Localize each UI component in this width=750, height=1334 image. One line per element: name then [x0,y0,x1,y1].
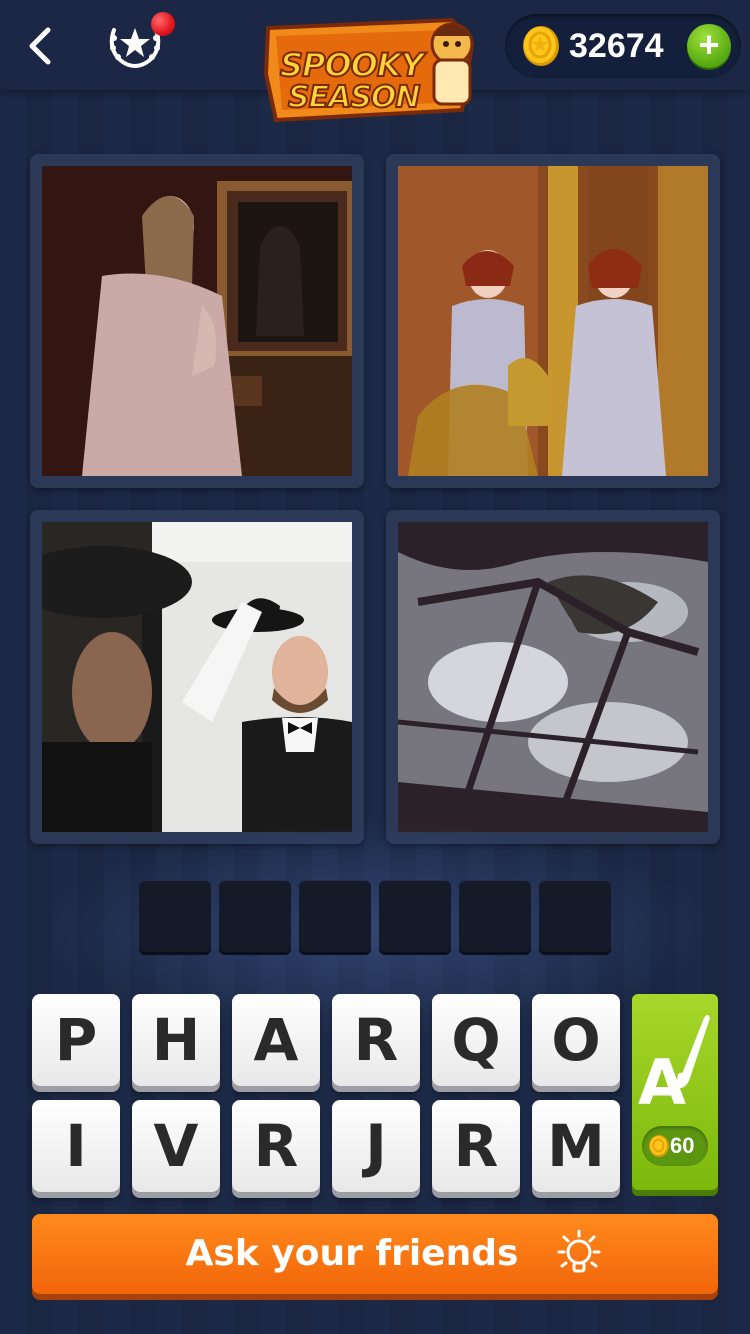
back-button[interactable] [22,24,62,68]
chevron-left-icon [29,27,51,65]
letter-key[interactable]: R [432,1100,520,1192]
cracked-mirror-reflection-image [398,522,708,832]
puzzle-picture-1[interactable] [30,154,364,488]
reveal-letter-hint-button[interactable]: A 60 [632,994,718,1190]
answer-slot-1[interactable] [139,880,211,952]
letter-key[interactable]: H [132,994,220,1086]
man-hat-mirror-image [42,522,352,832]
answer-slot-2[interactable] [219,880,291,952]
letter-key[interactable]: R [232,1100,320,1192]
coin-icon [649,1135,669,1157]
puzzle-picture-3[interactable] [30,510,364,844]
letter-key[interactable]: O [532,994,620,1086]
woman-mirror-ghost-image [42,166,352,476]
letter-key[interactable]: A [232,994,320,1086]
logo-line-2: SEASON [287,79,422,116]
answer-slot-6[interactable] [539,880,611,952]
notification-dot [151,12,175,36]
answer-slot-4[interactable] [379,880,451,952]
letter-key[interactable]: P [32,994,120,1086]
letter-key[interactable]: Q [432,994,520,1086]
coin-icon [523,26,559,66]
logo-line-1: SPOOKY [279,45,425,85]
puzzle-picture-4[interactable] [386,510,720,844]
letter-key[interactable]: V [132,1100,220,1192]
paintbrush-letter-icon: A [638,1015,710,1119]
spooky-season-logo: SPOOKY SEASON [262,14,486,130]
letter-key[interactable]: R [332,994,420,1086]
hint-cost-value: 60 [670,1133,695,1158]
hint-cost: 60 [642,1126,708,1166]
letter-key[interactable]: J [332,1100,420,1192]
ask-friends-button[interactable]: Ask your friends [32,1214,718,1294]
letter-key[interactable]: M [532,1100,620,1192]
coin-balance: 32674 + [505,14,741,78]
ask-friends-label: Ask your friends [185,1233,519,1274]
answer-slot-3[interactable] [299,880,371,952]
twin-women-mirror-image [398,166,708,476]
answer-slot-5[interactable] [459,880,531,952]
add-coins-button[interactable]: + [687,24,731,68]
letter-key[interactable]: I [32,1100,120,1192]
puzzle-picture-2[interactable] [386,154,720,488]
coin-count: 32674 [569,27,664,65]
lightbulb-icon [557,1229,601,1273]
